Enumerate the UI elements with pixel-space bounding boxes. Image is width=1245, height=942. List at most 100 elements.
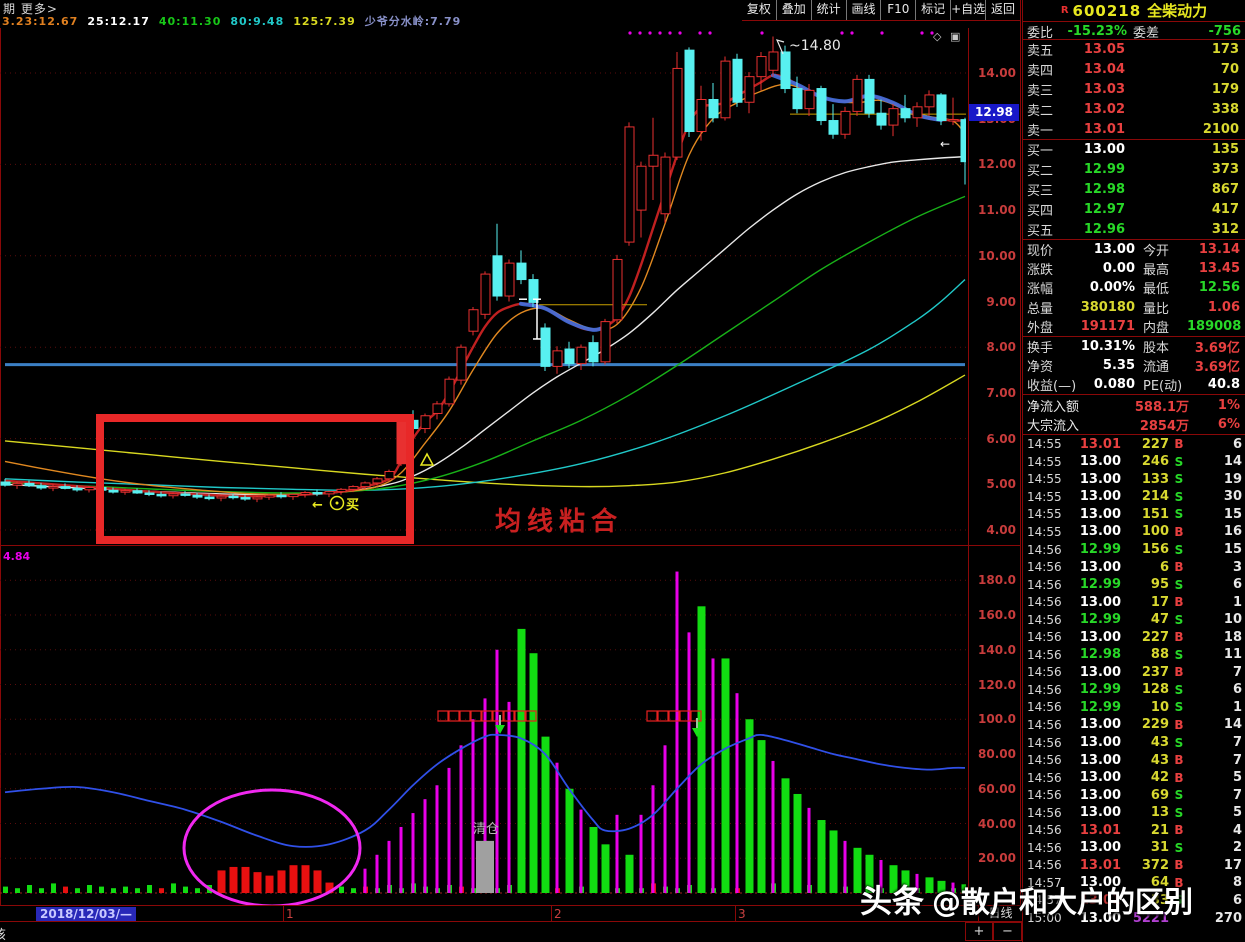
trade-row: 14:55 13.00 133 S 19 <box>1027 471 1242 487</box>
toolbar-button-统计[interactable]: 统计 <box>810 0 846 20</box>
trade-row: 14:55 13.01 227 B 6 <box>1027 436 1242 452</box>
trade-row: 14:56 13.01 21 B 4 <box>1027 822 1242 838</box>
order-book-row: 买一 13.00 135 <box>1027 142 1239 160</box>
sub-tick-80.00: 80.00 <box>978 747 1016 761</box>
trade-row: 14:56 13.01 372 B 17 <box>1027 857 1242 873</box>
weibi-value: -15.23% <box>1067 24 1127 39</box>
order-book-row: 卖五 13.05 173 <box>1027 42 1239 60</box>
zoom-in-button[interactable]: + <box>965 922 993 941</box>
ma-label-4: 125:7.39 <box>293 15 356 28</box>
sub-tick-180.0: 180.0 <box>978 573 1016 588</box>
trade-row: 14:56 13.00 31 S 2 <box>1027 840 1242 856</box>
ma-label-5: 少爷分水岭:7.79 <box>364 15 462 28</box>
info-row: 净资 5.35 流通 3.69亿 <box>1027 358 1240 376</box>
x-tick-3: 3 <box>738 907 746 921</box>
toolbar-button-F10[interactable]: F10 <box>880 0 915 20</box>
main-candlestick-chart[interactable]: 均线粘合 ← 买 ~14.80 ← ◇ ▣ <box>0 28 966 545</box>
ma-label-0: 3.23:12.67 <box>2 15 79 28</box>
x-gridline <box>735 906 736 921</box>
svg-text:买: 买 <box>346 498 359 513</box>
weicha-label: 委差 <box>1133 26 1160 41</box>
rights-badge: R <box>1060 5 1069 16</box>
toolbar-button-标记[interactable]: 标记 <box>915 0 950 20</box>
svg-text:~14.80: ~14.80 <box>789 38 841 54</box>
sub-tick-140.0: 140.0 <box>978 642 1016 657</box>
current-price-badge: 12.98 <box>969 104 1019 121</box>
trade-row: 14:56 12.99 156 S 15 <box>1027 542 1242 558</box>
trade-row: 14:56 12.99 47 S 10 <box>1027 612 1242 628</box>
order-book-row: 卖三 13.03 179 <box>1027 81 1239 99</box>
stock-code: 600218 <box>1072 1 1142 20</box>
sub-tick-40.00: 40.00 <box>978 816 1016 831</box>
sub-tick-60.00: 60.00 <box>978 781 1016 796</box>
trade-row: 14:55 13.00 151 S 15 <box>1027 506 1242 522</box>
price-tick-10: 10.00 <box>978 248 1016 263</box>
zoom-out-button[interactable]: − <box>993 922 1022 941</box>
info-row: 总量 380180 量比 1.06 <box>1027 299 1240 317</box>
stock-name: 全柴动力 <box>1147 2 1208 20</box>
trade-row: 14:56 13.00 43 B 7 <box>1027 752 1242 768</box>
order-book-row: 卖一 13.01 2100 <box>1027 121 1239 139</box>
bid-levels: 买一 13.00 135 买二 12.99 373 买三 12.98 867 买四 12.97 417… <box>1023 140 1245 239</box>
order-book-row: 买五 12.96 312 <box>1027 221 1239 239</box>
date-label[interactable]: 2018/12/03/— <box>36 907 136 921</box>
quote-panel: R 600218 全柴动力 委比 -15.23% 委差 -756 卖五 13.05… <box>1022 0 1245 942</box>
trade-row: 14:56 13.00 6 B 3 <box>1027 559 1242 575</box>
bottom-strip: 该 + − <box>0 922 1022 942</box>
toolbar-button-叠加[interactable]: 叠加 <box>775 0 811 20</box>
order-book-row: 买四 12.97 417 <box>1027 201 1239 219</box>
price-tick-14: 14.00 <box>978 66 1016 80</box>
price-tick-12: 12.00 <box>978 157 1016 172</box>
toolbar-button-画线[interactable]: 画线 <box>845 0 881 20</box>
toolbar-underline <box>742 20 1020 21</box>
weibi-row: 委比 -15.23% 委差 -756 <box>1023 21 1245 41</box>
money-flow-row: 大宗流入 2854万 6% <box>1027 417 1240 435</box>
price-tick-5: 5.00 <box>986 477 1016 492</box>
trade-row: 14:56 12.99 10 S 1 <box>1027 699 1242 715</box>
price-axis: 12.98 14.0013.0012.0011.0010.009.008.007… <box>968 28 1020 922</box>
trade-row: 14:56 13.00 43 S 7 <box>1027 735 1242 751</box>
trade-row: 14:56 13.00 69 S 7 <box>1027 787 1242 803</box>
price-tick-6: 6.00 <box>986 431 1016 446</box>
toolbar-button-返回[interactable]: 返回 <box>985 0 1020 20</box>
tick-trade-list[interactable]: 14:55 13.01 227 B 6 14:55 13.00 246 S 14 14:55 13.0… <box>1023 435 1245 926</box>
svg-text:←: ← <box>940 137 950 151</box>
money-flow-row: 净流入额 588.1万 1% <box>1027 397 1240 415</box>
toolbar-button-+自选[interactable]: +自选 <box>950 0 985 20</box>
watermark-handle: @散户和大户的区别 <box>932 885 1194 919</box>
ma-label-2: 40:11.30 <box>158 15 222 28</box>
trade-row: 14:56 12.99 128 S 6 <box>1027 682 1242 698</box>
toolbar-button-复权[interactable]: 复权 <box>742 0 776 20</box>
weicha-value: -756 <box>1208 24 1241 39</box>
order-book-row: 卖二 13.02 338 <box>1027 101 1239 119</box>
x-gridline <box>283 906 284 921</box>
sub-tick-100.0: 100.0 <box>978 712 1016 727</box>
toolbar: 复权 叠加 统计 画线 F10 标记 +自选 返回 <box>742 0 1020 20</box>
svg-text:均线粘合: 均线粘合 <box>495 506 623 537</box>
trade-row: 14:56 13.00 229 B 14 <box>1027 717 1242 733</box>
sub-indicator-chart[interactable]: 清仓 4.84 <box>0 545 966 905</box>
svg-text:←: ← <box>312 498 323 513</box>
quote-info: 现价 13.00 今开 13.14 涨跌 0.00 最高 13.45 涨幅 0.00% 最低 12.5… <box>1023 240 1245 395</box>
sub-tick-120.0: 120.0 <box>978 677 1016 692</box>
sub-tick-20.00: 20.00 <box>978 851 1016 866</box>
watermark: 头条 @散户和大户的区别 <box>860 876 1193 922</box>
trade-row: 14:55 13.00 246 S 14 <box>1027 454 1242 470</box>
weibi-label: 委比 <box>1027 26 1054 41</box>
trade-row: 14:56 12.98 88 S 11 <box>1027 647 1242 663</box>
watermark-logo: 头条 <box>860 882 925 920</box>
x-tick-2: 2 <box>554 907 562 921</box>
ask-levels: 卖五 13.05 173 卖四 13.04 70 卖三 13.03 179 卖二 13.02 338 卖… <box>1023 40 1245 139</box>
clipped-corner-text: 该 <box>0 924 6 942</box>
info-row: 收益(—) 0.080 PE(动) 40.8 <box>1027 377 1240 395</box>
info-row: 现价 13.00 今开 13.14 <box>1027 242 1240 260</box>
x-tick-1: 1 <box>286 907 294 921</box>
info-row: 换手 10.31% 股本 3.69亿 <box>1027 339 1240 356</box>
ma-label-row: 3.23:12.67 25:12.17 40:11.30 80:9.48 125:7.3… <box>2 13 470 29</box>
price-tick-8: 8.00 <box>986 340 1016 355</box>
order-book-row: 买二 12.99 373 <box>1027 162 1239 180</box>
svg-text:▣: ▣ <box>950 30 960 43</box>
info-row: 涨跌 0.00 最高 13.45 <box>1027 261 1240 279</box>
axis-right-border <box>1020 0 1021 942</box>
trade-row: 14:55 13.00 100 B 16 <box>1027 524 1242 540</box>
